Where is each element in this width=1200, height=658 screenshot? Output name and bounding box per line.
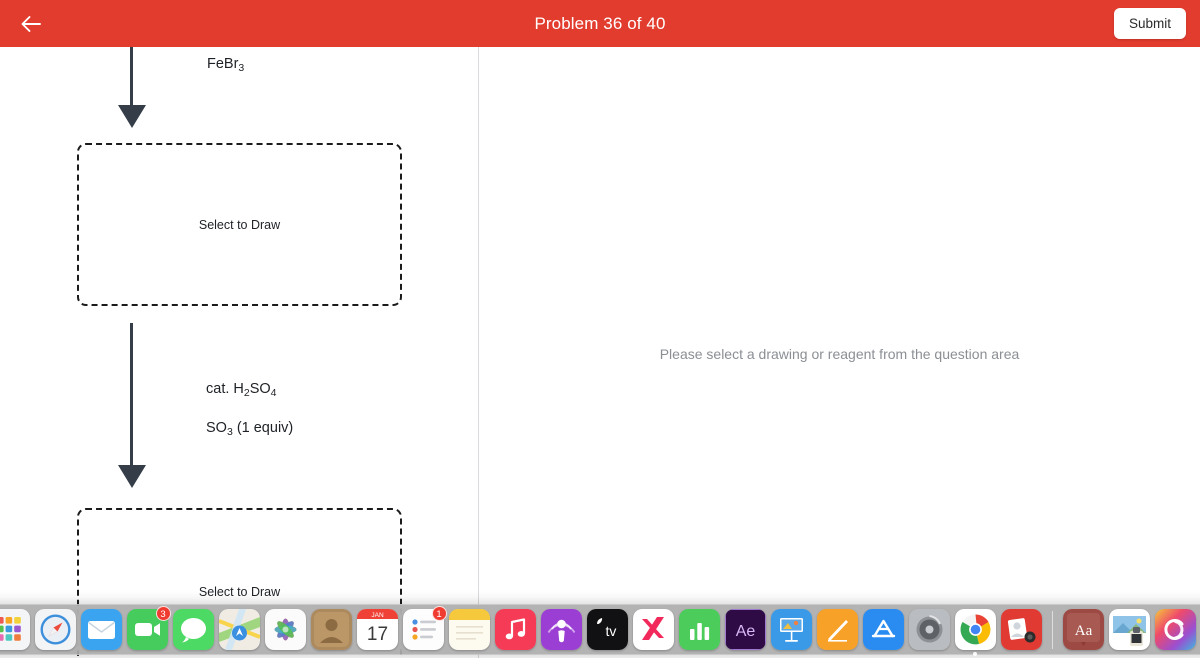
system-preferences-icon xyxy=(908,609,950,650)
dock-item-after-effects[interactable]: Ae xyxy=(724,609,766,650)
body-area: FeBr3 Select to Draw cat. H2SO4 SO3 (1 e… xyxy=(0,47,1200,658)
dock-item-facetime[interactable]: 3 xyxy=(126,606,171,650)
app-store-icon xyxy=(862,609,904,650)
back-arrow-icon xyxy=(21,15,41,32)
answer-placeholder-text: Please select a drawing or reagent from … xyxy=(659,346,1020,362)
dock-item-maps[interactable] xyxy=(218,609,260,650)
reagent-label-so3: SO3 (1 equiv) xyxy=(206,420,294,438)
dock-item-preview[interactable] xyxy=(1108,609,1150,650)
dock-item-mail[interactable] xyxy=(80,609,122,650)
dictionary-icon: Aa xyxy=(1062,609,1104,650)
safari-icon xyxy=(34,609,76,650)
dock-item-messages[interactable] xyxy=(172,609,214,650)
chrome-icon xyxy=(954,609,996,650)
mail-icon xyxy=(80,609,122,650)
dock-item-photo-booth[interactable] xyxy=(1000,609,1042,650)
app-header: Problem 36 of 40 Submit xyxy=(0,0,1200,47)
dock-item-photos[interactable] xyxy=(264,609,306,650)
podcasts-icon xyxy=(540,609,582,650)
dock-item-dictionary[interactable]: Aa xyxy=(1062,609,1104,650)
svg-text:Ae: Ae xyxy=(735,623,755,640)
arrow-shaft xyxy=(130,47,133,107)
svg-text:JAN: JAN xyxy=(371,612,384,619)
reagent-label-febr3: FeBr3 xyxy=(207,56,245,74)
keynote-icon xyxy=(770,609,812,650)
dock-item-system-preferences[interactable] xyxy=(908,609,950,650)
answer-panel: Please select a drawing or reagent from … xyxy=(479,47,1200,658)
dock-item-app-store[interactable] xyxy=(862,609,904,650)
maps-icon xyxy=(218,609,260,650)
music-icon xyxy=(494,609,536,650)
arrow-head xyxy=(118,465,146,488)
macos-dock[interactable]: 3 JAN 17 1 tv Ae Aa xyxy=(0,604,1200,656)
dock-item-numbers[interactable] xyxy=(678,609,720,650)
question-panel: FeBr3 Select to Draw cat. H2SO4 SO3 (1 e… xyxy=(0,47,478,658)
draw-box-label: Select to Draw xyxy=(198,217,281,232)
dock-item-music[interactable] xyxy=(494,609,536,650)
dock-item-creative-cloud[interactable] xyxy=(1154,609,1196,650)
launchpad-icon xyxy=(0,609,30,650)
arrow-head xyxy=(118,105,146,128)
dock-item-contacts[interactable] xyxy=(310,609,352,650)
svg-text:Aa: Aa xyxy=(1074,623,1092,639)
macos-dock-wrapper: 3 JAN 17 1 tv Ae Aa xyxy=(0,598,1200,658)
svg-text:17: 17 xyxy=(366,624,387,645)
app-root: Problem 36 of 40 Submit FeBr3 Select to … xyxy=(0,0,1200,658)
dock-item-keynote[interactable] xyxy=(770,609,812,650)
reagent-label-h2so4: cat. H2SO4 xyxy=(206,381,277,399)
dock-item-chrome[interactable] xyxy=(954,609,996,656)
contacts-icon xyxy=(310,609,352,650)
dock-running-indicator xyxy=(973,652,977,656)
back-button[interactable] xyxy=(14,7,48,41)
dock-separator xyxy=(1051,610,1053,649)
reaction-arrow-2 xyxy=(118,323,146,489)
preview-icon xyxy=(1108,609,1150,650)
arrow-shaft xyxy=(130,323,133,467)
dock-item-reminders[interactable]: 1 xyxy=(402,606,447,650)
svg-text:tv: tv xyxy=(605,623,616,639)
submit-button[interactable]: Submit xyxy=(1114,8,1186,39)
draw-box-1[interactable]: Select to Draw xyxy=(77,143,402,306)
numbers-icon xyxy=(678,609,720,650)
dock-item-notes[interactable] xyxy=(448,609,490,650)
tv-icon: tv xyxy=(586,609,628,650)
pages-icon xyxy=(816,609,858,650)
after-effects-icon: Ae xyxy=(724,609,766,650)
dock-item-tv[interactable]: tv xyxy=(586,609,628,650)
photos-icon xyxy=(264,609,306,650)
photo-booth-icon xyxy=(1000,609,1042,650)
dock-item-podcasts[interactable] xyxy=(540,609,582,650)
news-icon xyxy=(632,609,674,650)
notes-icon xyxy=(448,609,490,650)
page-title: Problem 36 of 40 xyxy=(534,14,666,33)
dock-badge: 1 xyxy=(431,606,447,621)
calendar-icon: JAN 17 xyxy=(356,609,398,650)
dock-item-news[interactable] xyxy=(632,609,674,650)
reaction-arrow-1 xyxy=(118,47,146,128)
creative-cloud-icon xyxy=(1154,609,1196,650)
draw-box-label: Select to Draw xyxy=(198,585,281,599)
dock-item-pages[interactable] xyxy=(816,609,858,650)
dock-item-safari[interactable] xyxy=(34,609,76,650)
dock-item-calendar[interactable]: JAN 17 xyxy=(356,609,398,650)
dock-badge: 3 xyxy=(155,606,171,621)
dock-item-launchpad[interactable] xyxy=(0,609,30,650)
messages-icon xyxy=(172,609,214,650)
